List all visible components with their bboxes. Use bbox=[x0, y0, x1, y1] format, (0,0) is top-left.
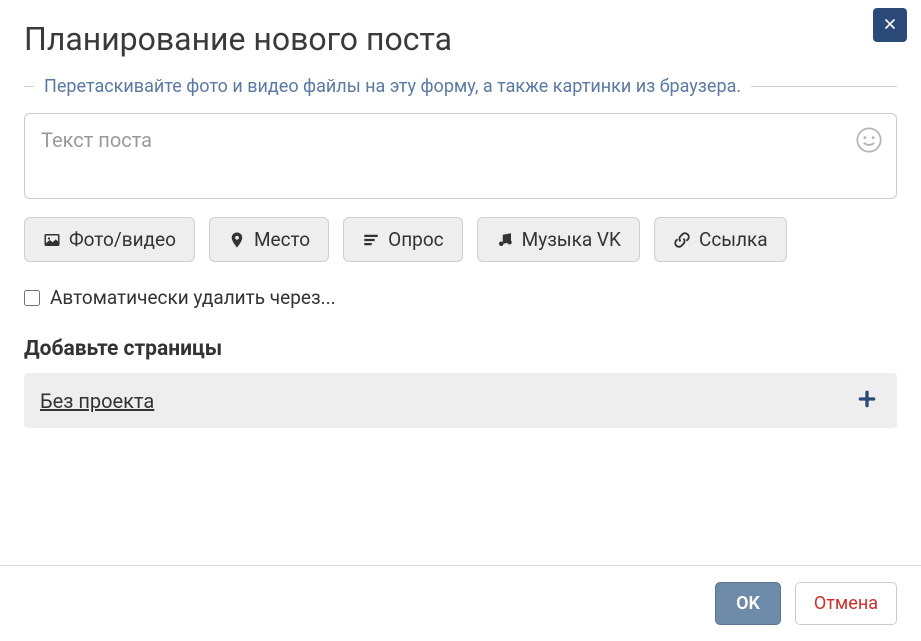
auto-delete-row: Автоматически удалить через... bbox=[24, 286, 897, 309]
drop-hint: Перетаскивайте фото и видео файлы на эту… bbox=[24, 76, 897, 97]
emoji-button[interactable] bbox=[854, 126, 884, 156]
divider bbox=[751, 86, 897, 87]
music-button[interactable]: Музыка VK bbox=[477, 217, 640, 262]
cancel-button[interactable]: Отмена bbox=[795, 582, 897, 625]
image-icon bbox=[43, 231, 61, 249]
post-text-container bbox=[24, 113, 897, 199]
auto-delete-label[interactable]: Автоматически удалить через... bbox=[50, 286, 336, 309]
link-icon bbox=[673, 231, 691, 249]
photo-video-label: Фото/видео bbox=[69, 228, 176, 251]
add-page-button[interactable] bbox=[853, 385, 881, 416]
attachment-buttons: Фото/видео Место Опрос Музыка VK bbox=[24, 217, 897, 262]
pages-section-title: Добавьте страницы bbox=[24, 337, 897, 361]
music-icon bbox=[496, 231, 514, 249]
close-icon bbox=[882, 16, 898, 35]
post-text-input[interactable] bbox=[25, 114, 896, 194]
project-row: Без проекта bbox=[24, 373, 897, 428]
link-button[interactable]: Ссылка bbox=[654, 217, 787, 262]
close-button[interactable] bbox=[873, 8, 907, 42]
divider bbox=[24, 86, 34, 87]
list-icon bbox=[362, 231, 380, 249]
plus-icon bbox=[857, 389, 877, 412]
link-label: Ссылка bbox=[699, 228, 768, 251]
ok-button[interactable]: OK bbox=[715, 582, 781, 625]
dialog-footer: OK Отмена bbox=[0, 565, 921, 641]
new-post-dialog: Планирование нового поста Перетаскивайте… bbox=[0, 0, 921, 641]
drop-hint-text: Перетаскивайте фото и видео файлы на эту… bbox=[44, 76, 741, 97]
project-link[interactable]: Без проекта bbox=[40, 389, 154, 413]
location-icon bbox=[228, 231, 246, 249]
place-button[interactable]: Место bbox=[209, 217, 329, 262]
auto-delete-checkbox[interactable] bbox=[24, 290, 40, 306]
poll-label: Опрос bbox=[388, 228, 444, 251]
poll-button[interactable]: Опрос bbox=[343, 217, 463, 262]
dialog-title: Планирование нового поста bbox=[24, 20, 897, 58]
photo-video-button[interactable]: Фото/видео bbox=[24, 217, 195, 262]
smiley-icon bbox=[855, 126, 883, 157]
place-label: Место bbox=[254, 228, 310, 251]
music-label: Музыка VK bbox=[522, 228, 621, 251]
